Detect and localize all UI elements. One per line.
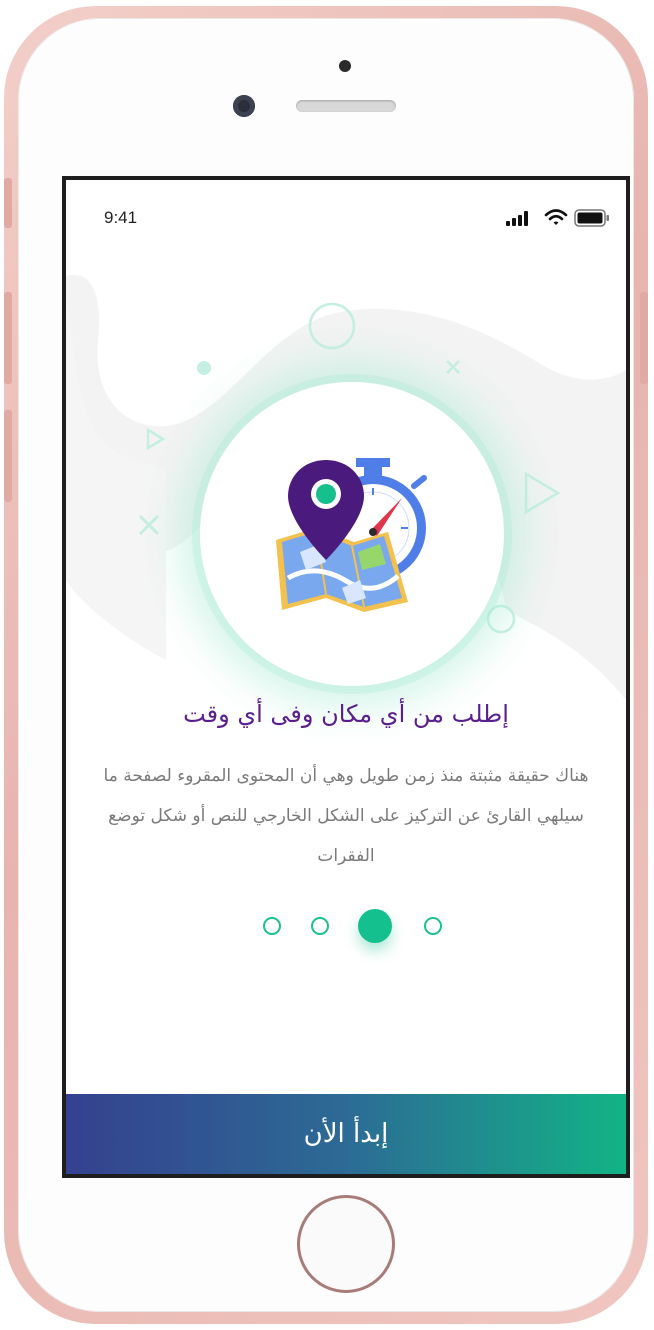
map-pin-timer-illustration [276, 458, 427, 612]
pager-dot-active[interactable] [358, 909, 392, 943]
status-time: 9:41 [104, 208, 138, 227]
phone-face: 9:41 إطلب من أي مكان وفى أي وقت هناك حقي… [18, 18, 634, 1312]
phone-frame: 9:41 إطلب من أي مكان وفى أي وقت هناك حقي… [4, 6, 648, 1324]
pager-dot[interactable] [263, 917, 281, 935]
start-now-button[interactable]: إبدأ الأن [66, 1094, 626, 1174]
slide-description: هناك حقيقة مثبتة منذ زمن طويل وهي أن الم… [103, 766, 589, 866]
volume-down-button [4, 410, 12, 502]
power-button [640, 292, 648, 384]
battery-icon [574, 209, 609, 227]
status-bar: 9:41 [66, 180, 626, 254]
volume-up-button [4, 292, 12, 384]
proximity-sensor [339, 60, 351, 72]
slide-title: إطلب من أي مكان وفى أي وقت [183, 700, 509, 728]
page-indicator [66, 906, 626, 946]
home-button[interactable] [297, 1195, 395, 1293]
earpiece-speaker [296, 100, 396, 112]
signal-icon [506, 211, 528, 226]
silent-switch [4, 178, 12, 228]
pager-dot[interactable] [311, 917, 329, 935]
pager-dot[interactable] [424, 917, 442, 935]
app-screen: 9:41 إطلب من أي مكان وفى أي وقت هناك حقي… [62, 176, 630, 1178]
front-camera-icon [233, 95, 255, 117]
wifi-icon [544, 209, 568, 225]
